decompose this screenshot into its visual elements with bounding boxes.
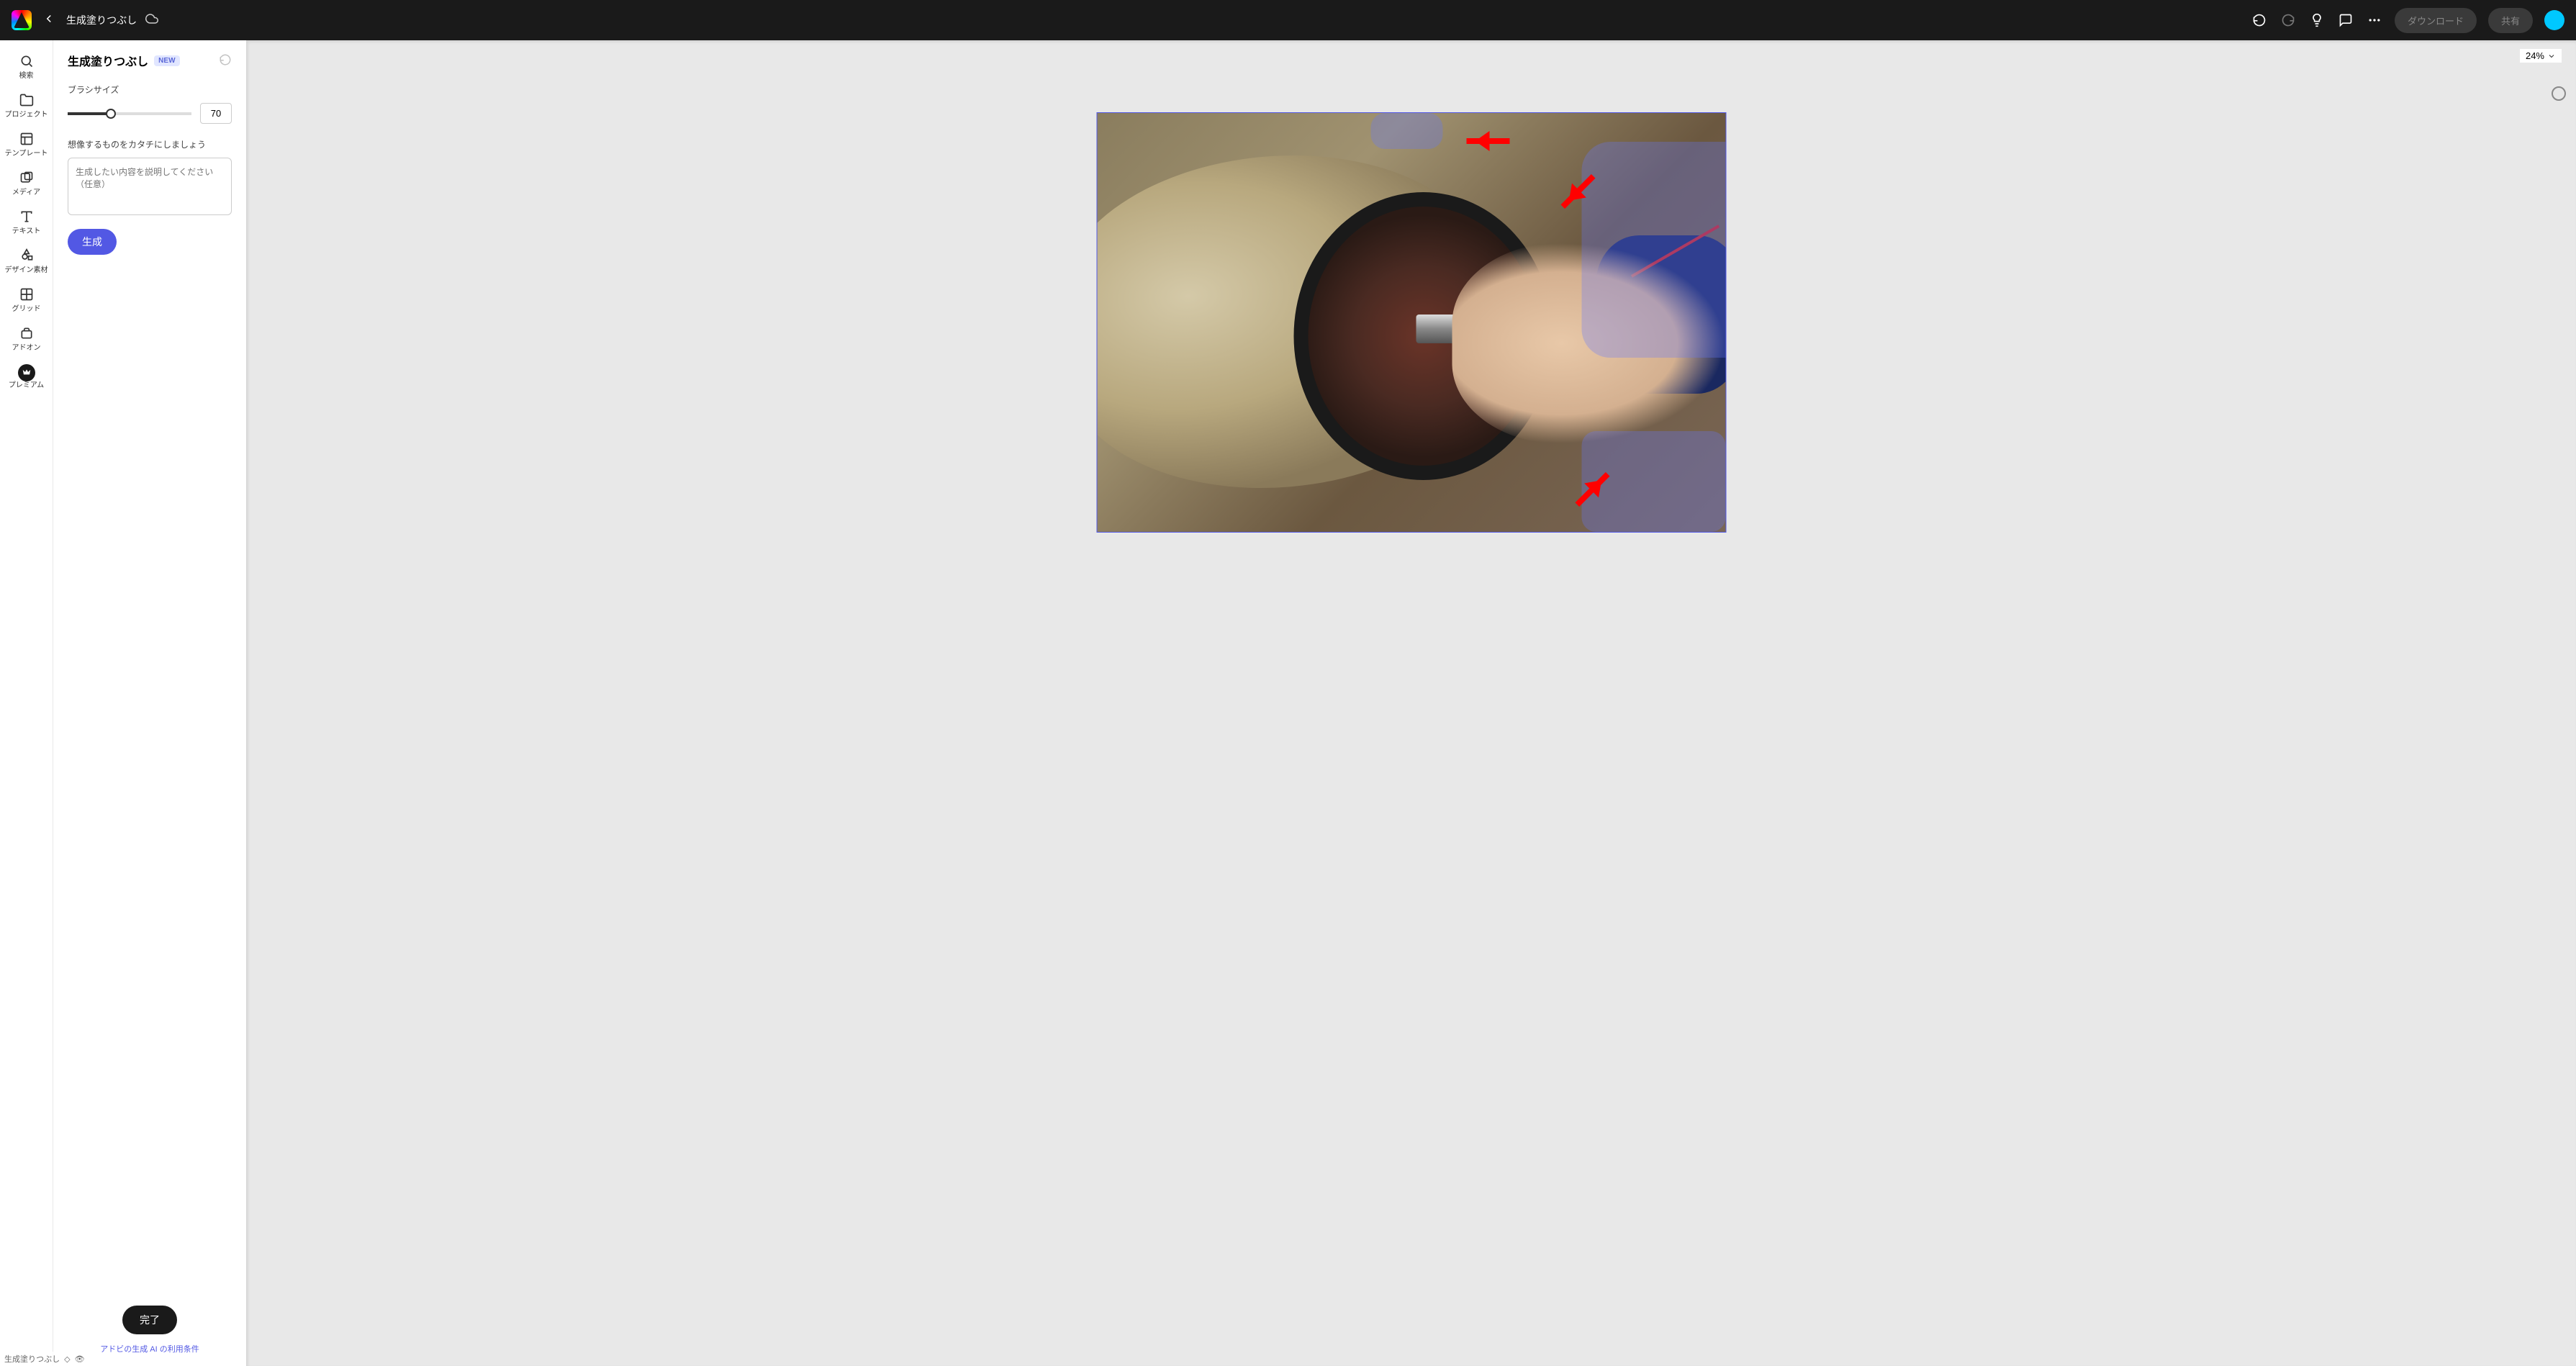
canvas-image[interactable] xyxy=(1096,112,1726,533)
annotation-arrow xyxy=(1466,138,1509,144)
canvas-area[interactable]: 24% xyxy=(246,40,2576,1366)
settings-panel: 生成塗りつぶし NEW ブラシサイズ 想像するものをカタチにしましょう 生成 完… xyxy=(53,40,246,1366)
zoom-indicator[interactable]: 24% xyxy=(2520,49,2562,63)
top-header: 生成塗りつぶし ダウンロード 共有 xyxy=(0,0,2576,40)
text-icon xyxy=(19,209,35,225)
brush-size-slider[interactable] xyxy=(68,112,191,115)
rail-addons[interactable]: アドオン xyxy=(0,320,53,358)
grid-icon xyxy=(19,286,35,302)
cloud-sync-icon[interactable] xyxy=(145,12,158,29)
comment-icon[interactable] xyxy=(2337,12,2354,29)
lightbulb-icon[interactable] xyxy=(2308,12,2326,29)
download-button[interactable]: ダウンロード xyxy=(2395,8,2477,33)
user-avatar[interactable] xyxy=(2544,10,2564,30)
done-button[interactable]: 完了 xyxy=(122,1306,177,1334)
gen-fill-mask xyxy=(1370,113,1442,149)
header-actions: ダウンロード 共有 xyxy=(2251,8,2564,33)
rail-grid[interactable]: グリッド xyxy=(0,281,53,320)
more-options-icon[interactable] xyxy=(2366,12,2383,29)
status-bar: 生成塗りつぶし ◇ 👁 xyxy=(0,1352,89,1366)
brush-size-input[interactable] xyxy=(200,103,232,124)
shapes-icon xyxy=(19,248,35,263)
rail-projects[interactable]: プロジェクト xyxy=(0,86,53,125)
addon-icon xyxy=(19,325,35,341)
folder-icon xyxy=(19,92,35,108)
prompt-textarea[interactable] xyxy=(68,158,232,215)
rail-media[interactable]: メディア xyxy=(0,164,53,203)
template-icon xyxy=(19,131,35,147)
page-title: 生成塗りつぶし xyxy=(66,13,137,27)
gen-fill-mask xyxy=(1581,142,1725,358)
rail-design-assets[interactable]: デザイン素材 xyxy=(0,242,53,281)
chevron-down-icon xyxy=(2547,52,2556,60)
media-icon xyxy=(19,170,35,186)
pointer-icon: ◇ xyxy=(64,1354,70,1364)
brush-size-label: ブラシサイズ xyxy=(68,83,232,96)
slider-thumb[interactable] xyxy=(106,109,116,119)
redo-button[interactable] xyxy=(2279,12,2297,29)
brush-cursor-preview xyxy=(2552,86,2566,101)
prompt-label: 想像するものをカタチにしましょう xyxy=(68,138,232,150)
premium-icon xyxy=(18,364,35,381)
rail-premium[interactable]: プレミアム xyxy=(0,358,53,396)
rail-templates[interactable]: テンプレート xyxy=(0,125,53,164)
terms-link[interactable]: アドビの生成 AI の利用条件 xyxy=(100,1343,199,1354)
back-button[interactable] xyxy=(40,12,58,29)
app-logo[interactable] xyxy=(12,10,32,30)
rail-text[interactable]: テキスト xyxy=(0,203,53,242)
panel-title: 生成塗りつぶし xyxy=(68,52,148,69)
new-badge: NEW xyxy=(154,55,179,66)
eye-icon: 👁 xyxy=(75,1354,85,1364)
rail-search[interactable]: 検索 xyxy=(0,48,53,86)
share-button[interactable]: 共有 xyxy=(2488,8,2533,33)
left-rail: 検索 プロジェクト テンプレート メディア テキスト デザイン素材 グリッド xyxy=(0,40,53,1366)
search-icon xyxy=(19,53,35,69)
undo-button[interactable] xyxy=(2251,12,2268,29)
reset-button[interactable] xyxy=(219,53,232,68)
generate-button[interactable]: 生成 xyxy=(68,229,117,255)
